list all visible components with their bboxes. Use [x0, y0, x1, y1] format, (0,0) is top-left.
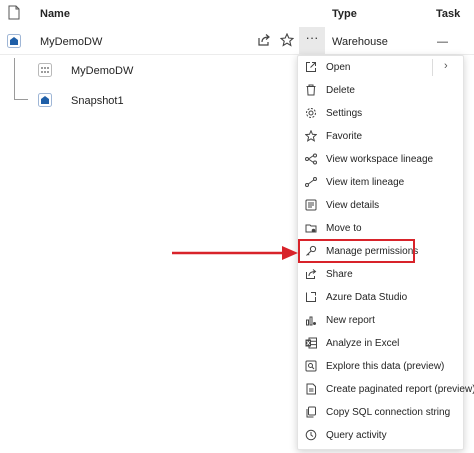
- column-header-task[interactable]: Task: [436, 8, 460, 20]
- menu-item-create-paginated-report[interactable]: Create paginated report (preview): [298, 378, 474, 401]
- sql-endpoint-icon: [38, 63, 52, 77]
- star-icon: [305, 130, 317, 142]
- menu-item-label: Copy SQL connection string: [326, 407, 451, 418]
- more-options-button[interactable]: ···: [299, 27, 325, 54]
- menu-item-label: New report: [326, 315, 375, 326]
- menu-item-label: Analyze in Excel: [326, 338, 400, 349]
- menu-item-label: Open: [326, 62, 351, 73]
- menu-item-share[interactable]: Share: [298, 263, 463, 286]
- menu-item-analyze-in-excel[interactable]: Analyze in Excel: [298, 332, 463, 355]
- menu-item-label: Favorite: [326, 131, 363, 142]
- menu-item-label: Create paginated report (preview): [326, 384, 474, 395]
- arrow-icon: [172, 246, 298, 260]
- divider: [432, 59, 433, 76]
- column-header-name[interactable]: Name: [40, 8, 70, 20]
- item-type: Warehouse: [332, 36, 388, 48]
- menu-item-label: Settings: [326, 108, 363, 119]
- menu-item-azure-data-studio[interactable]: Azure Data Studio: [298, 286, 463, 309]
- menu-item-open[interactable]: Open ›: [298, 56, 463, 79]
- menu-item-label: View workspace lineage: [326, 154, 434, 165]
- menu-item-label: View details: [326, 200, 380, 211]
- lineage-icon: [305, 153, 317, 165]
- menu-item-label: Query activity: [326, 430, 387, 441]
- menu-item-copy-sql-connection-string[interactable]: Copy SQL connection string: [298, 401, 463, 424]
- menu-item-view-workspace-lineage[interactable]: View workspace lineage: [298, 148, 463, 171]
- menu-item-label: Move to: [326, 223, 362, 234]
- gear-icon: [306, 108, 316, 118]
- copy-icon: [306, 406, 316, 418]
- menu-item-favorite[interactable]: Favorite: [298, 125, 463, 148]
- details-icon: [305, 199, 317, 211]
- menu-item-label: Azure Data Studio: [326, 292, 408, 303]
- menu-item-new-report[interactable]: New report: [298, 309, 463, 332]
- column-header-type[interactable]: Type: [332, 8, 357, 20]
- query-activity-icon: [305, 429, 317, 441]
- new-report-icon: [306, 316, 316, 326]
- menu-item-explore-this-data[interactable]: Explore this data (preview): [298, 355, 463, 378]
- move-to-icon: [305, 224, 317, 233]
- menu-item-move-to[interactable]: Move to: [298, 217, 463, 240]
- chevron-right-icon[interactable]: ›: [444, 60, 448, 72]
- item-name[interactable]: Snapshot1: [71, 95, 124, 107]
- open-external-icon: [306, 62, 316, 72]
- menu-item-label: Explore this data (preview): [326, 361, 445, 372]
- paginated-report-icon: [306, 383, 316, 395]
- snapshot-icon: [38, 93, 52, 107]
- item-name[interactable]: MyDemoDW: [40, 36, 102, 48]
- menu-item-settings[interactable]: Settings: [298, 102, 463, 125]
- excel-icon: [305, 337, 317, 349]
- menu-item-view-item-lineage[interactable]: View item lineage: [298, 171, 463, 194]
- workspace-view: Name Type Task MyDemoDW Warehouse — ··· …: [0, 0, 474, 453]
- item-name[interactable]: MyDemoDW: [71, 65, 133, 77]
- share-icon[interactable]: [257, 33, 271, 47]
- menu-item-view-details[interactable]: View details: [298, 194, 463, 217]
- menu-item-query-activity[interactable]: Query activity: [298, 424, 463, 447]
- menu-item-label: Delete: [326, 85, 355, 96]
- menu-item-label: View item lineage: [326, 177, 405, 188]
- highlight-box: [298, 239, 415, 263]
- warehouse-icon: [7, 34, 21, 48]
- item-task: —: [437, 36, 448, 48]
- list-header: Name Type Task: [0, 0, 474, 28]
- azure-data-studio-icon: [306, 292, 316, 302]
- star-icon[interactable]: [280, 33, 294, 47]
- menu-item-label: Share: [326, 269, 353, 280]
- menu-item-delete[interactable]: Delete: [298, 79, 463, 102]
- share-icon: [306, 269, 317, 279]
- item-lineage-icon: [305, 177, 317, 187]
- trash-icon: [306, 84, 316, 96]
- table-row[interactable]: MyDemoDW Warehouse —: [0, 27, 474, 55]
- explore-icon: [305, 360, 317, 372]
- document-icon: [8, 5, 20, 20]
